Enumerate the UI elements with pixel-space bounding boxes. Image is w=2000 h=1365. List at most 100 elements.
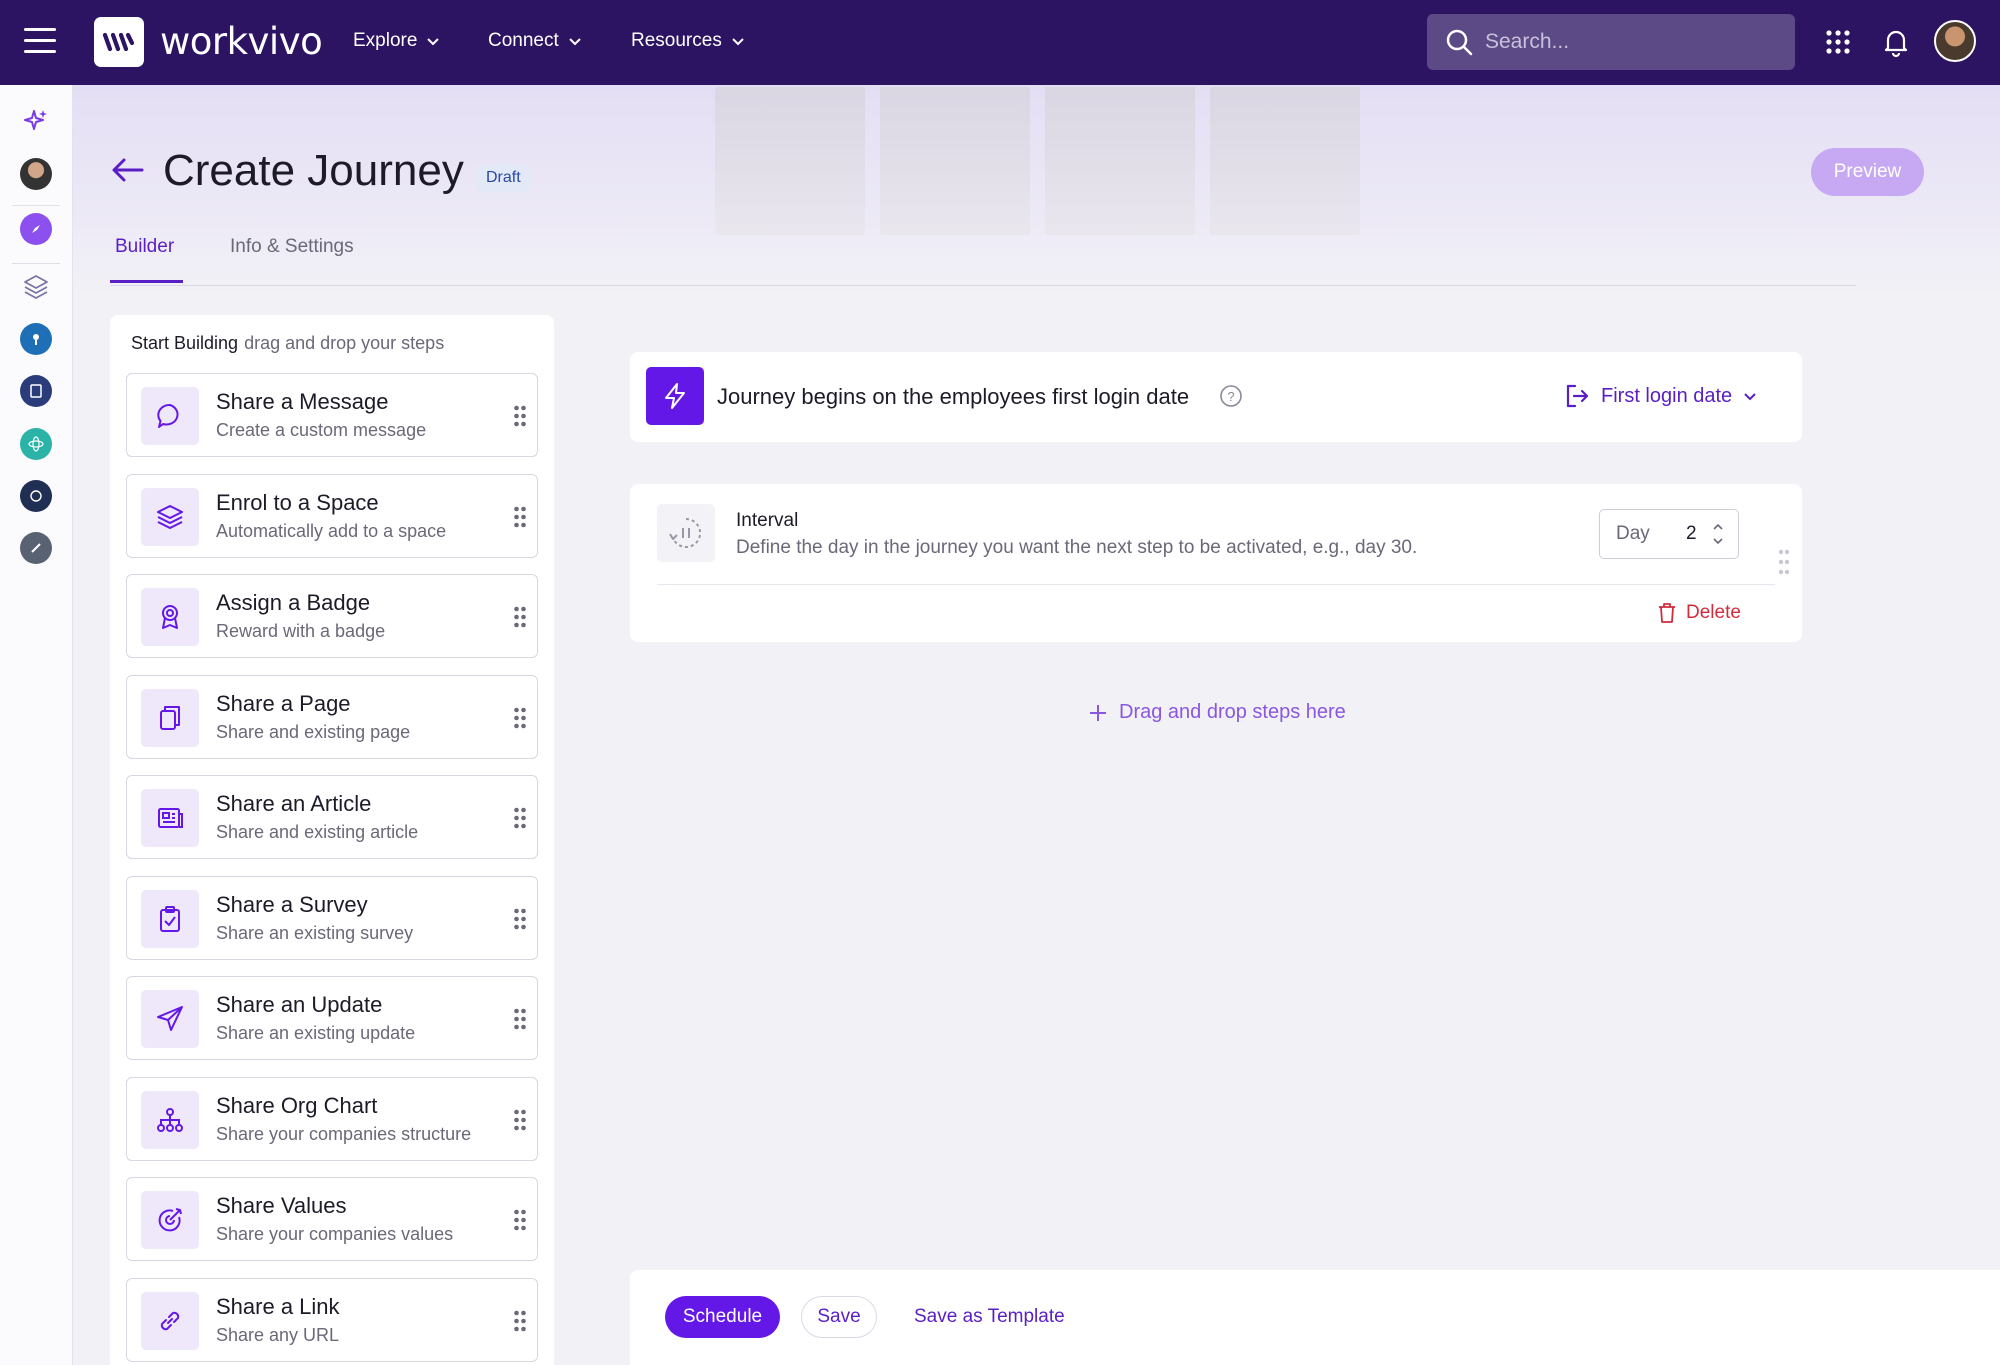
schedule-button[interactable]: Schedule: [665, 1296, 780, 1338]
paper-plane-icon: [141, 990, 199, 1048]
step-card[interactable]: Enrol to a Space Automatically add to a s…: [126, 473, 538, 558]
step-card-title: Share a Page: [216, 690, 351, 716]
save-button[interactable]: Save: [801, 1296, 877, 1338]
step-card[interactable]: Share Org Chart Share your companies stru…: [126, 1076, 538, 1161]
step-card[interactable]: Assign a Badge Reward with a badge: [126, 574, 538, 658]
org-chart-icon: [141, 1090, 199, 1149]
drag-handle-icon[interactable]: [513, 1208, 527, 1232]
menu-icon[interactable]: [24, 28, 56, 56]
panel-hint: drag and drop your steps: [244, 333, 445, 353]
drag-handle-icon[interactable]: [513, 1108, 527, 1132]
space-icon-atom[interactable]: [20, 428, 52, 460]
drag-handle-icon[interactable]: [513, 1309, 527, 1333]
search-icon: [1446, 29, 1473, 56]
layers-icon[interactable]: [20, 270, 52, 302]
target-icon: [141, 1191, 199, 1249]
banner-photo: [880, 87, 1030, 235]
banner-photo: [715, 87, 865, 235]
drop-zone[interactable]: Drag and drop steps here: [1087, 701, 1346, 724]
interval-divider: [657, 584, 1775, 585]
nav-connect[interactable]: Connect: [488, 30, 583, 52]
bell-icon[interactable]: [1880, 26, 1912, 58]
link-icon: [141, 1291, 199, 1350]
left-rail: [0, 85, 73, 1365]
panel-heading: Start Building drag and drop your steps: [131, 333, 444, 354]
nav-explore[interactable]: Explore: [353, 30, 441, 52]
delete-step-button[interactable]: Delete: [1657, 602, 1741, 624]
tabs-divider: [110, 285, 1856, 286]
drag-handle-icon[interactable]: [1777, 548, 1791, 576]
nav-resources[interactable]: Resources: [631, 30, 746, 52]
status-badge: Draft: [476, 164, 531, 192]
drag-handle-icon[interactable]: [513, 404, 527, 428]
nav-resources-label: Resources: [631, 30, 722, 51]
step-card[interactable]: Share an Update Share an existing update: [126, 976, 538, 1060]
interval-description: Define the day in the journey you want t…: [736, 537, 1418, 558]
trigger-description: Journey begins on the employees first lo…: [717, 384, 1190, 409]
newspaper-icon: [141, 789, 199, 847]
space-icon-podcast[interactable]: [20, 323, 52, 355]
chevron-down-icon: [732, 38, 744, 46]
step-card[interactable]: Share a Survey Share an existing survey: [126, 875, 538, 960]
space-icon-tools[interactable]: [20, 532, 52, 564]
step-card[interactable]: Share an Article Share and existing artic…: [126, 775, 538, 859]
sparkle-icon[interactable]: [20, 105, 52, 137]
svg-text:?: ?: [1227, 389, 1234, 404]
banner-photo: [1210, 87, 1360, 235]
rail-divider: [12, 205, 60, 206]
drag-handle-icon[interactable]: [513, 505, 527, 529]
user-avatar[interactable]: [1934, 20, 1976, 62]
step-card-subtitle: Share your companies values: [216, 1224, 454, 1244]
apps-grid-icon[interactable]: [1822, 26, 1854, 58]
brand-name: workvivo: [160, 20, 323, 63]
banner-photo: [1045, 87, 1195, 235]
day-unit-label: Day: [1616, 523, 1650, 544]
step-card[interactable]: Share Values Share your companies values: [126, 1177, 538, 1261]
badge-icon: [141, 588, 199, 646]
space-icon-handbook[interactable]: [20, 375, 52, 407]
drag-handle-icon[interactable]: [513, 1007, 527, 1031]
profile-avatar[interactable]: [20, 158, 52, 190]
plus-icon: [1090, 704, 1106, 721]
drag-handle-icon[interactable]: [513, 706, 527, 730]
tab-builder[interactable]: Builder: [115, 236, 174, 258]
trash-icon: [1659, 603, 1675, 623]
day-number-input[interactable]: Day 2: [1599, 509, 1739, 559]
step-card-title: Enrol to a Space: [216, 489, 379, 515]
step-card-subtitle: Reward with a badge: [216, 621, 386, 641]
compass-icon[interactable]: [20, 213, 52, 245]
active-tab-indicator: [110, 280, 183, 283]
drag-handle-icon[interactable]: [513, 806, 527, 830]
workvivo-logo[interactable]: [94, 17, 144, 67]
layers-icon: [141, 487, 199, 546]
step-card-title: Share a Survey: [216, 891, 368, 917]
preview-button[interactable]: Preview: [1811, 148, 1924, 196]
drag-handle-icon[interactable]: [513, 605, 527, 629]
step-card-subtitle: Share and existing page: [216, 721, 411, 742]
trigger-date-value: First login date: [1601, 384, 1733, 407]
save-as-template-button[interactable]: Save as Template: [914, 1306, 1065, 1328]
space-icon-team[interactable]: [20, 480, 52, 512]
trigger-date-select[interactable]: First login date: [1563, 382, 1758, 410]
step-card[interactable]: Share a Link Share any URL: [126, 1277, 538, 1362]
step-card-title: Share a Message: [216, 389, 389, 414]
day-value[interactable]: 2: [1686, 523, 1697, 545]
step-card-subtitle: Share an existing survey: [216, 922, 414, 943]
back-arrow-icon[interactable]: [110, 155, 146, 185]
nav-explore-label: Explore: [353, 30, 418, 51]
step-card[interactable]: Share a Page Share and existing page: [126, 674, 538, 759]
search-bar[interactable]: [1427, 14, 1795, 70]
step-card[interactable]: Share a Message Create a custom message: [126, 373, 538, 457]
search-input[interactable]: [1485, 30, 1775, 54]
chat-bubble-icon: [141, 387, 199, 445]
number-stepper-icon[interactable]: [1712, 520, 1724, 548]
drop-zone-label: Drag and drop steps here: [1119, 701, 1346, 723]
step-card-subtitle: Share your companies structure: [216, 1123, 472, 1144]
step-card-title: Share an Update: [216, 992, 383, 1017]
top-navigation-bar: workvivo Explore Connect Resources: [0, 0, 2000, 85]
help-icon[interactable]: ?: [1219, 384, 1243, 408]
drag-handle-icon[interactable]: [513, 907, 527, 931]
rail-divider: [12, 263, 60, 264]
tab-info-settings[interactable]: Info & Settings: [230, 236, 354, 258]
step-card-title: Share an Article: [216, 791, 372, 816]
